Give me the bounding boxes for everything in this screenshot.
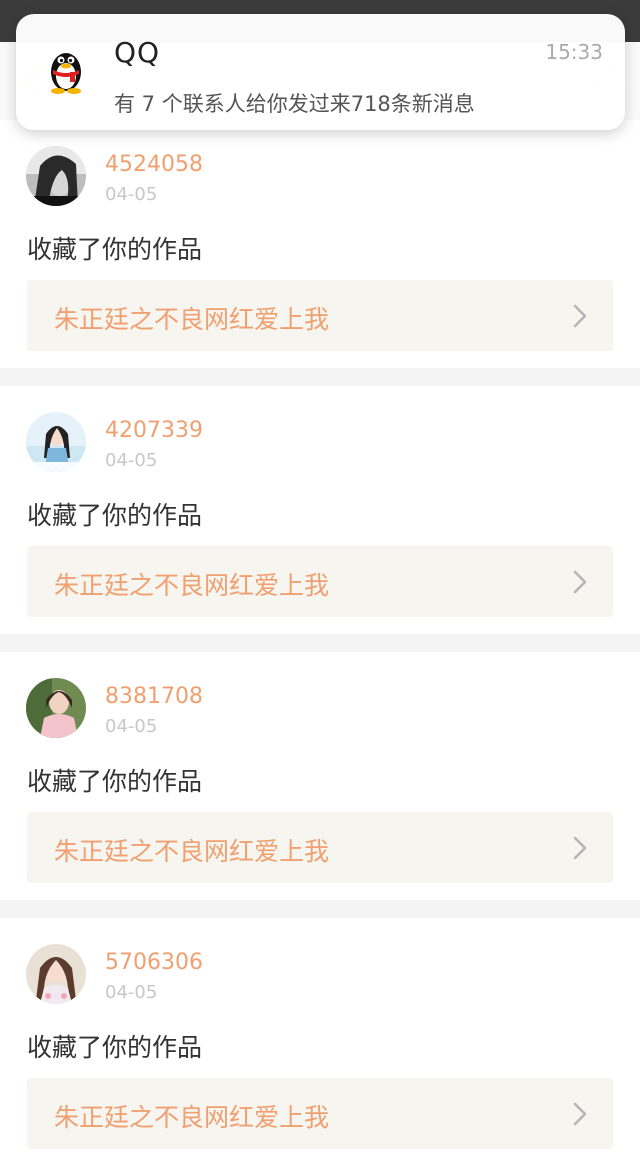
action-text: 收藏了你的作品 (27, 1033, 203, 1062)
action-text: 收藏了你的作品 (27, 767, 203, 796)
chevron-right-icon (573, 836, 587, 860)
action-text: 收藏了你的作品 (27, 501, 203, 530)
date: 04-05 (105, 184, 158, 205)
feed-item: 5706306 04-05 收藏了你的作品 朱正廷之不良网红爱上我 (0, 918, 640, 1166)
action-text: 收藏了你的作品 (27, 235, 203, 264)
work-link[interactable]: 朱正廷之不良网红爱上我 (27, 280, 613, 351)
chevron-right-icon (573, 304, 587, 328)
work-link[interactable]: 朱正廷之不良网红爱上我 (27, 1078, 613, 1149)
qq-notification[interactable]: QQ 15:33 有 7 个联系人给你发过来718条新消息 (16, 14, 625, 130)
username[interactable]: 8381708 (105, 684, 203, 709)
work-title: 朱正廷之不良网红爱上我 (54, 1103, 330, 1132)
username[interactable]: 4524058 (105, 152, 203, 177)
work-title: 朱正廷之不良网红爱上我 (54, 305, 330, 334)
notification-message: 有 7 个联系人给你发过来718条新消息 (114, 92, 475, 116)
avatar[interactable] (26, 678, 86, 738)
feed-item: 4524058 04-05 收藏了你的作品 朱正廷之不良网红爱上我 (0, 120, 640, 368)
separator (0, 368, 640, 386)
date: 04-05 (105, 716, 158, 737)
notification-time: 15:33 (545, 40, 603, 64)
notification-app-name: QQ (114, 36, 161, 69)
work-link[interactable]: 朱正廷之不良网红爱上我 (27, 546, 613, 617)
chevron-right-icon (573, 1102, 587, 1126)
username[interactable]: 5706306 (105, 950, 203, 975)
avatar[interactable] (26, 146, 86, 206)
work-title: 朱正廷之不良网红爱上我 (54, 571, 330, 600)
avatar[interactable] (26, 944, 86, 1004)
qq-penguin-icon (51, 53, 81, 94)
notification-feed: 4524058 04-05 收藏了你的作品 朱正廷之不良网红爱上我 420733… (0, 120, 640, 1166)
separator (0, 634, 640, 652)
feed-item: 4207339 04-05 收藏了你的作品 朱正廷之不良网红爱上我 (0, 386, 640, 634)
feed-item: 8381708 04-05 收藏了你的作品 朱正廷之不良网红爱上我 (0, 652, 640, 900)
chevron-right-icon (573, 570, 587, 594)
date: 04-05 (105, 982, 158, 1003)
username[interactable]: 4207339 (105, 418, 203, 443)
date: 04-05 (105, 450, 158, 471)
avatar[interactable] (26, 412, 86, 472)
work-link[interactable]: 朱正廷之不良网红爱上我 (27, 812, 613, 883)
work-title: 朱正廷之不良网红爱上我 (54, 837, 330, 866)
separator (0, 900, 640, 918)
